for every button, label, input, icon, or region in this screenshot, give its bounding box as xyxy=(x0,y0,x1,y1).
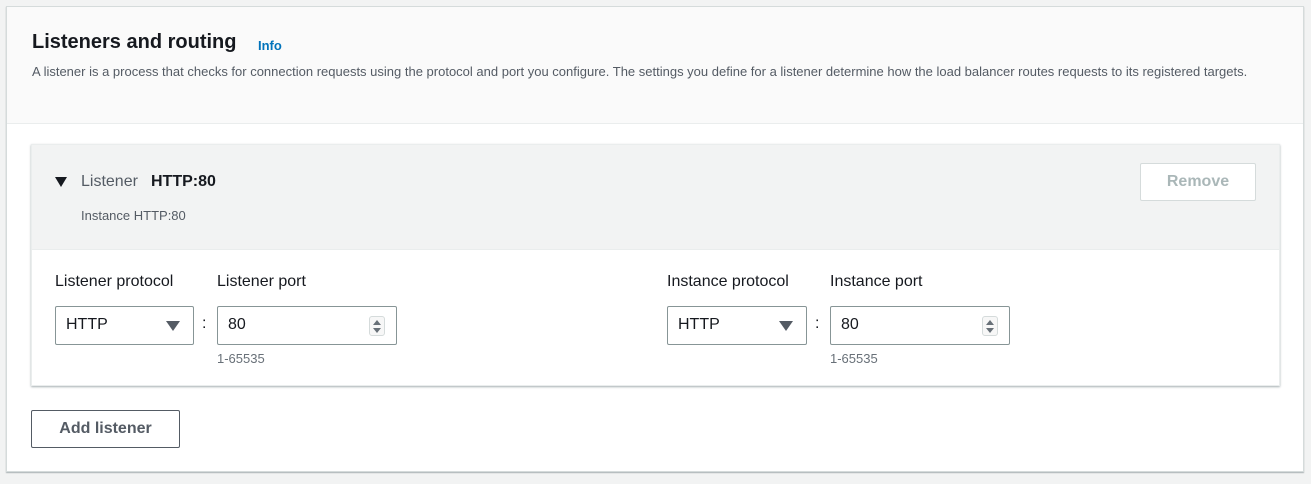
number-spinner-icon[interactable] xyxy=(369,316,385,336)
listener-protocol-label: Listener protocol xyxy=(55,273,174,290)
instance-port-value: 80 xyxy=(841,316,859,333)
listener-port-value: 80 xyxy=(228,316,246,333)
info-link[interactable]: Info xyxy=(258,38,282,53)
spinner-down-icon[interactable] xyxy=(373,328,381,333)
listener-card-header[interactable]: Listener HTTP:80 Instance HTTP:80 Remove xyxy=(32,145,1279,250)
listener-card: Listener HTTP:80 Instance HTTP:80 Remove… xyxy=(31,144,1280,386)
listener-label: Listener xyxy=(81,173,138,190)
panel-header: Listeners and routing Info A listener is… xyxy=(7,7,1303,124)
listener-name: HTTP:80 xyxy=(151,173,216,190)
caret-down-icon[interactable] xyxy=(55,177,67,187)
section-title: Listeners and routing xyxy=(32,31,237,53)
port-separator: : xyxy=(815,315,820,332)
listener-port-input[interactable]: 80 xyxy=(217,306,397,345)
listeners-routing-panel: Listeners and routing Info A listener is… xyxy=(6,6,1304,472)
instance-protocol-label: Instance protocol xyxy=(667,273,789,290)
instance-port-hint: 1-65535 xyxy=(830,351,878,366)
remove-button[interactable]: Remove xyxy=(1140,163,1256,201)
add-listener-button[interactable]: Add listener xyxy=(31,410,180,448)
instance-port-label: Instance port xyxy=(830,273,923,290)
port-separator: : xyxy=(202,315,207,332)
listener-port-label: Listener port xyxy=(217,273,306,290)
listener-protocol-value: HTTP xyxy=(66,316,108,333)
triangle-down-icon xyxy=(779,321,793,331)
instance-protocol-select[interactable]: HTTP xyxy=(667,306,807,345)
spinner-down-icon[interactable] xyxy=(986,328,994,333)
spinner-up-icon[interactable] xyxy=(373,320,381,325)
section-description: A listener is a process that checks for … xyxy=(32,64,1248,79)
listener-subtitle: Instance HTTP:80 xyxy=(81,208,186,223)
spinner-up-icon[interactable] xyxy=(986,320,994,325)
listener-port-hint: 1-65535 xyxy=(217,351,265,366)
instance-protocol-value: HTTP xyxy=(678,316,720,333)
listener-protocol-select[interactable]: HTTP xyxy=(55,306,194,345)
number-spinner-icon[interactable] xyxy=(982,316,998,336)
instance-port-input[interactable]: 80 xyxy=(830,306,1010,345)
triangle-down-icon xyxy=(166,321,180,331)
